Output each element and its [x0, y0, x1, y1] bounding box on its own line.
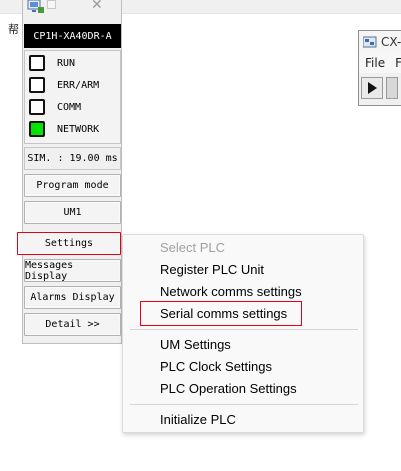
program-mode-button[interactable]: Program mode — [24, 174, 121, 197]
menu-item-serial-comms-settings[interactable]: Serial comms settings — [160, 306, 287, 321]
menu-item-plc-operation-settings[interactable]: PLC Operation Settings — [160, 381, 297, 396]
led-label-network: NETWORK — [57, 123, 100, 135]
comm-led-indicator — [29, 99, 45, 115]
led-row-run: RUN — [29, 55, 75, 71]
cx-programmer-window[interactable]: CX- File F — [358, 30, 401, 106]
menu-separator — [130, 404, 358, 405]
alarms-display-button[interactable]: Alarms Display — [24, 286, 121, 309]
plc-simulator-panel: ✕ CP1H-XA40DR-A RUN ERR/ARM COMM NETWORK… — [17, 0, 122, 344]
messages-display-button[interactable]: Messages Display — [24, 259, 121, 282]
um-button[interactable]: UM1 — [24, 201, 121, 224]
err-led-indicator — [29, 77, 45, 93]
plc-app-icon — [26, 0, 44, 14]
status-led-group: RUN ERR/ARM COMM NETWORK — [24, 50, 121, 144]
menu-item-select-plc: Select PLC — [160, 240, 226, 255]
settings-button[interactable]: Settings — [17, 232, 121, 255]
cx-menu-file[interactable]: File — [365, 56, 385, 70]
run-tool-button[interactable] — [361, 77, 383, 99]
network-led-indicator — [29, 121, 45, 137]
toolbar-button[interactable] — [386, 77, 398, 99]
detail-button[interactable]: Detail >> — [24, 313, 121, 336]
led-label-comm: COMM — [57, 101, 82, 113]
led-label-run: RUN — [57, 57, 76, 69]
led-row-comm: COMM — [29, 99, 81, 115]
settings-context-menu: Select PLC Register PLC Unit Network com… — [122, 234, 364, 433]
cx-window-title: CX- — [381, 35, 401, 49]
menu-item-initialize-plc[interactable]: Initialize PLC — [160, 412, 236, 427]
sim-time-display: SIM. : 19.00 ms — [24, 147, 121, 170]
menu-item-plc-clock-settings[interactable]: PLC Clock Settings — [160, 359, 272, 374]
plc-panel-titlebar: ✕ — [23, 0, 121, 18]
screen: 帮 CX- File F ✕ CP1H-XA40DR-A RUN ERR/ARM… — [0, 0, 401, 471]
led-label-err: ERR/ARM — [57, 79, 100, 91]
menu-item-um-settings[interactable]: UM Settings — [160, 337, 231, 352]
cx-logo-icon — [362, 36, 377, 48]
cx-menubar: File F — [359, 53, 401, 73]
led-row-err: ERR/ARM — [29, 77, 99, 93]
led-row-network: NETWORK — [29, 121, 99, 137]
cx-window-titlebar[interactable]: CX- — [359, 31, 401, 53]
minimize-box[interactable] — [47, 0, 56, 9]
menu-item-register-plc-unit[interactable]: Register PLC Unit — [160, 262, 264, 277]
cx-menu-item[interactable]: F — [395, 56, 401, 70]
play-icon — [367, 79, 377, 98]
menu-separator — [130, 329, 358, 330]
background-partial-text: 帮 — [8, 23, 19, 36]
run-led-indicator — [29, 55, 45, 71]
menu-item-network-comms-settings[interactable]: Network comms settings — [160, 284, 302, 299]
cx-toolbar — [359, 73, 401, 103]
plc-model-display: CP1H-XA40DR-A — [24, 24, 121, 48]
close-icon[interactable]: ✕ — [91, 0, 103, 13]
